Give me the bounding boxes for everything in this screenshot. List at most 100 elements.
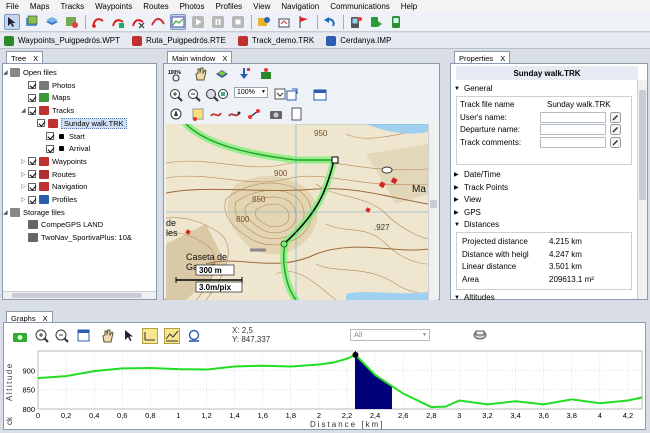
expand-icon[interactable]: ◢ (3, 209, 10, 216)
section-track-points[interactable]: ▶ Track Points (454, 183, 508, 192)
flag-icon[interactable] (296, 14, 312, 30)
rotate-map-icon[interactable] (284, 87, 300, 103)
map-window-icon[interactable] (312, 87, 328, 103)
tree-checkbox[interactable] (37, 119, 45, 128)
file-tab[interactable]: Track_demo.TRK (237, 35, 314, 46)
edit-pencil-icon[interactable] (610, 124, 621, 135)
tree-checkbox[interactable] (28, 170, 36, 179)
camera-icon[interactable] (268, 106, 284, 122)
menu-view[interactable]: View (253, 2, 270, 11)
zoom-select[interactable]: 100% ▼ (234, 87, 268, 98)
menu-photos[interactable]: Photos (180, 2, 205, 11)
zoom-in-icon[interactable] (168, 87, 184, 103)
file-tab[interactable]: Ruta_Puigpedrós.RTE (131, 35, 226, 46)
expand-icon[interactable]: ▷ (21, 183, 28, 190)
field-input[interactable] (540, 111, 606, 123)
section-date-time[interactable]: ▶ Date/Time (454, 170, 501, 179)
field-input[interactable] (540, 124, 606, 135)
section-general[interactable]: ▼ General (454, 84, 492, 93)
track-edit-icon[interactable] (110, 14, 126, 30)
expand-icon[interactable]: ▷ (21, 158, 28, 165)
undo-icon[interactable] (322, 14, 338, 30)
edit-pencil-icon[interactable] (610, 136, 621, 148)
map-vertical-scrollbar[interactable] (428, 124, 438, 300)
menu-navigation[interactable]: Navigation (281, 2, 319, 11)
graph-filter-select[interactable]: All ▼ (350, 329, 430, 341)
graph-zoom-in-icon[interactable] (34, 328, 50, 344)
menu-tracks[interactable]: Tracks (60, 2, 84, 11)
route-icon[interactable] (150, 14, 166, 30)
zoom-fit-icon[interactable] (216, 87, 232, 103)
graph-camera-icon[interactable] (12, 328, 28, 344)
device-icon[interactable] (348, 14, 364, 30)
tree-item[interactable]: ▷ Routes (21, 169, 76, 180)
tab-properties-close-icon[interactable]: X (500, 54, 505, 63)
gps-icon[interactable] (388, 14, 404, 30)
select-icon[interactable] (4, 13, 20, 30)
graph-icon[interactable] (170, 13, 186, 30)
zoom-out-icon[interactable] (186, 87, 202, 103)
properties-scroll-thumb[interactable] (639, 90, 646, 200)
tree-checkbox[interactable] (28, 182, 36, 191)
section-gps[interactable]: ▶ GPS (454, 208, 481, 217)
map-canvas[interactable]: 950 900 850 800 .927 Caseta de Gargallar… (166, 124, 428, 300)
tree-item[interactable]: ◢ Storage files (3, 207, 65, 218)
expand-icon[interactable]: ◢ (3, 69, 10, 76)
tree-item[interactable]: ▷ Waypoints (21, 156, 87, 167)
graph-hand-icon[interactable] (100, 328, 116, 344)
sync-icon[interactable] (368, 14, 384, 30)
map-layers-icon[interactable] (214, 66, 230, 82)
link-icon[interactable] (246, 106, 262, 122)
map-tools-icon[interactable] (64, 14, 80, 30)
expand-icon[interactable]: ▷ (21, 196, 28, 203)
menu-communications[interactable]: Communications (330, 2, 390, 11)
hand-pan-icon[interactable] (192, 66, 208, 82)
tree-item[interactable]: Start (39, 131, 85, 142)
navigate-icon[interactable] (168, 106, 184, 122)
edit-pencil-icon[interactable] (610, 111, 621, 123)
tree-checkbox[interactable] (28, 195, 36, 204)
waypoint-icon[interactable] (276, 14, 292, 30)
note-icon[interactable] (190, 106, 206, 122)
file-tab[interactable]: Cerdanya.IMP (326, 35, 391, 46)
tree-checkbox[interactable] (28, 157, 36, 166)
section-view[interactable]: ▶ View (454, 195, 481, 204)
expand-icon[interactable]: ◢ (21, 107, 28, 114)
zoom-100-icon[interactable]: 100% (168, 66, 184, 82)
tree-item[interactable]: ◢ Open files (3, 67, 57, 78)
graph-select-icon[interactable] (122, 328, 138, 344)
tree-checkbox[interactable] (28, 81, 36, 90)
track-record-icon[interactable] (90, 14, 106, 30)
section-altitudes[interactable]: ▼ Altitudes (454, 293, 495, 302)
gps-connect-icon[interactable] (258, 66, 274, 82)
menu-file[interactable]: File (6, 2, 19, 11)
pause-icon[interactable] (210, 14, 226, 30)
layers-icon[interactable] (44, 14, 60, 30)
menu-waypoints[interactable]: Waypoints (95, 2, 132, 11)
photo-icon[interactable] (256, 14, 272, 30)
blank-document-icon[interactable] (288, 106, 304, 122)
menu-help[interactable]: Help (401, 2, 417, 11)
menu-profiles[interactable]: Profiles (215, 2, 242, 11)
tree-item[interactable]: CompeGPS LAND (21, 219, 103, 230)
tab-main-window-close-icon[interactable]: X (222, 54, 227, 63)
draw-track-icon[interactable] (208, 106, 224, 122)
marker-down-icon[interactable] (236, 66, 252, 82)
play-icon[interactable] (190, 14, 206, 30)
tree-item[interactable]: Photos (21, 80, 75, 91)
topo-map[interactable]: 950 900 850 800 .927 Caseta de Gargallar… (166, 124, 428, 300)
expand-icon[interactable]: ▷ (21, 171, 28, 178)
graph-profile-icon[interactable] (164, 328, 180, 344)
tree-item[interactable]: Sunday walk.TRK (30, 117, 127, 129)
maps-icon[interactable] (24, 14, 40, 30)
tree-horizontal-scrollbar[interactable] (3, 291, 156, 299)
altitude-profile-chart[interactable]: 0 0,2 0,4 0,6 0,8 1 1,2 1,4 1,6 1,8 2 2,2 2,4 2,6 2,8 3… (2, 347, 648, 431)
tree-item[interactable]: Maps (21, 92, 70, 103)
tree-item[interactable]: ▷ Profiles (21, 194, 77, 205)
tree-checkbox[interactable] (46, 144, 54, 153)
tree-item[interactable]: Arrival (39, 143, 90, 154)
file-tab[interactable]: Waypoints_Puigpedrós.WPT (4, 35, 120, 46)
graph-export-icon[interactable] (472, 328, 488, 344)
graph-range-icon[interactable] (142, 328, 158, 344)
graph-fit-icon[interactable] (76, 328, 92, 344)
